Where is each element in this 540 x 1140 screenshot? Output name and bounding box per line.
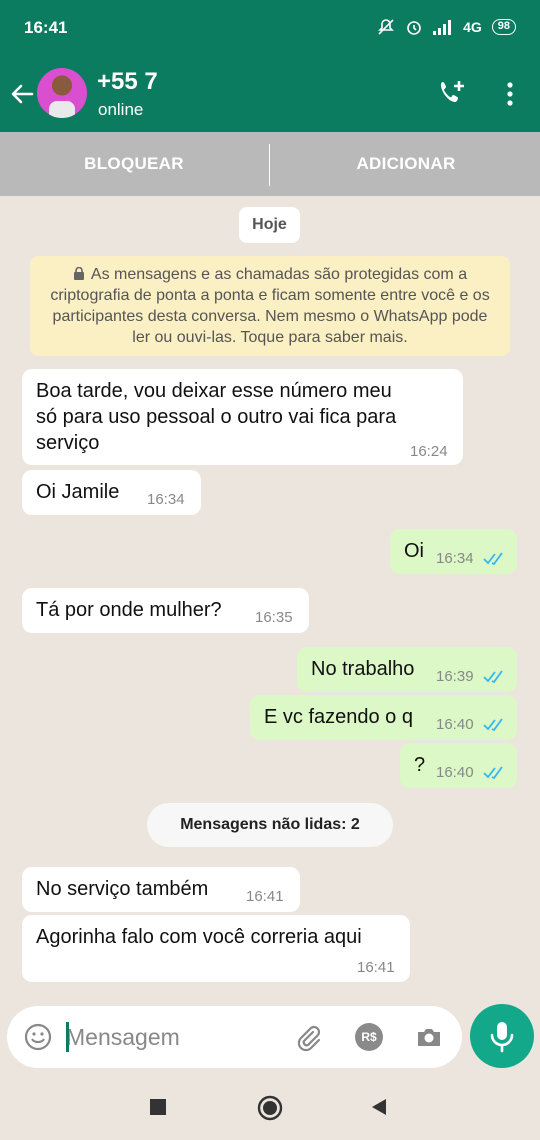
message-text: Agorinha falo com você correria aqui	[36, 926, 362, 948]
date-chip: Hoje	[239, 207, 300, 243]
message-text: Oi Jamile	[36, 481, 120, 503]
message-time: 16:35	[255, 609, 293, 626]
read-ticks-icon	[483, 670, 503, 684]
alarm-icon	[407, 21, 421, 35]
back-arrow-icon[interactable]	[8, 80, 36, 108]
payment-icon[interactable]: R$	[355, 1023, 383, 1051]
contact-name[interactable]: +55 7	[97, 68, 158, 96]
message-bubble-outgoing[interactable]: Oi 16:34	[390, 529, 517, 574]
add-call-icon[interactable]	[437, 78, 467, 108]
read-ticks-icon	[483, 766, 503, 780]
unknown-contact-actions: BLOQUEAR ADICIONAR	[0, 132, 540, 196]
system-navigation-bar	[0, 1076, 540, 1140]
message-bubble-incoming[interactable]: Oi Jamile 16:34	[22, 470, 201, 515]
contact-status: online	[98, 100, 144, 119]
action-divider	[269, 144, 270, 186]
text-cursor	[66, 1022, 69, 1052]
status-bar: 16:41 4G 98	[0, 0, 540, 56]
microphone-icon	[490, 1022, 514, 1053]
message-text: No trabalho	[311, 658, 415, 680]
message-time: 16:24	[410, 443, 448, 460]
network-type: 4G	[463, 19, 482, 35]
block-button[interactable]: BLOQUEAR	[0, 132, 268, 196]
message-text: Oi	[404, 540, 424, 562]
recent-apps-icon[interactable]	[149, 1098, 167, 1116]
lock-icon	[73, 265, 85, 280]
status-icons: 4G 98	[377, 18, 516, 36]
message-text: ?	[414, 754, 426, 776]
home-icon[interactable]	[257, 1095, 283, 1121]
camera-icon[interactable]	[414, 1022, 444, 1052]
message-time: 16:34	[147, 491, 185, 508]
message-time: 16:40	[436, 764, 474, 781]
message-time: 16:40	[436, 716, 474, 733]
back-nav-icon[interactable]	[370, 1098, 388, 1116]
message-text: E vc fazendo o q	[264, 706, 413, 728]
emoji-icon[interactable]	[23, 1022, 53, 1052]
read-ticks-icon	[483, 718, 503, 732]
encryption-text: As mensagens e as chamadas são protegida…	[50, 266, 490, 346]
more-options-icon[interactable]	[500, 80, 520, 108]
message-time: 16:34	[436, 550, 474, 567]
message-bubble-incoming[interactable]: Boa tarde, vou deixar esse número meu só…	[22, 369, 463, 465]
message-time: 16:41	[246, 888, 284, 905]
add-contact-button[interactable]: ADICIONAR	[272, 132, 540, 196]
attachment-icon[interactable]	[293, 1022, 323, 1052]
message-time: 16:41	[357, 959, 395, 976]
message-bubble-outgoing[interactable]: E vc fazendo o q 16:40	[250, 695, 517, 740]
message-time: 16:39	[436, 668, 474, 685]
message-composer: R$	[7, 1006, 462, 1068]
chat-header: +55 7 online	[0, 56, 540, 188]
contact-avatar[interactable]	[37, 68, 87, 118]
signal-icon	[433, 20, 452, 35]
encryption-notice[interactable]: As mensagens e as chamadas são protegida…	[30, 256, 510, 356]
message-text: Tá por onde mulher?	[36, 599, 222, 621]
battery-indicator: 98	[491, 19, 516, 35]
message-text: Boa tarde, vou deixar esse número meu só…	[36, 380, 397, 454]
status-time: 16:41	[24, 18, 68, 37]
read-ticks-icon	[483, 552, 503, 566]
message-bubble-incoming[interactable]: Agorinha falo com você correria aqui 16:…	[22, 915, 410, 982]
muted-bell-icon	[378, 19, 394, 35]
message-bubble-outgoing[interactable]: No trabalho 16:39	[297, 647, 517, 692]
message-text: No serviço também	[36, 878, 209, 900]
unread-messages-divider: Mensagens não lidas: 2	[147, 803, 393, 847]
message-bubble-outgoing[interactable]: ? 16:40	[400, 743, 517, 788]
voice-message-button[interactable]	[470, 1004, 534, 1068]
message-bubble-incoming[interactable]: Tá por onde mulher? 16:35	[22, 588, 309, 633]
message-input[interactable]	[66, 1020, 276, 1054]
message-bubble-incoming[interactable]: No serviço também 16:41	[22, 867, 300, 912]
